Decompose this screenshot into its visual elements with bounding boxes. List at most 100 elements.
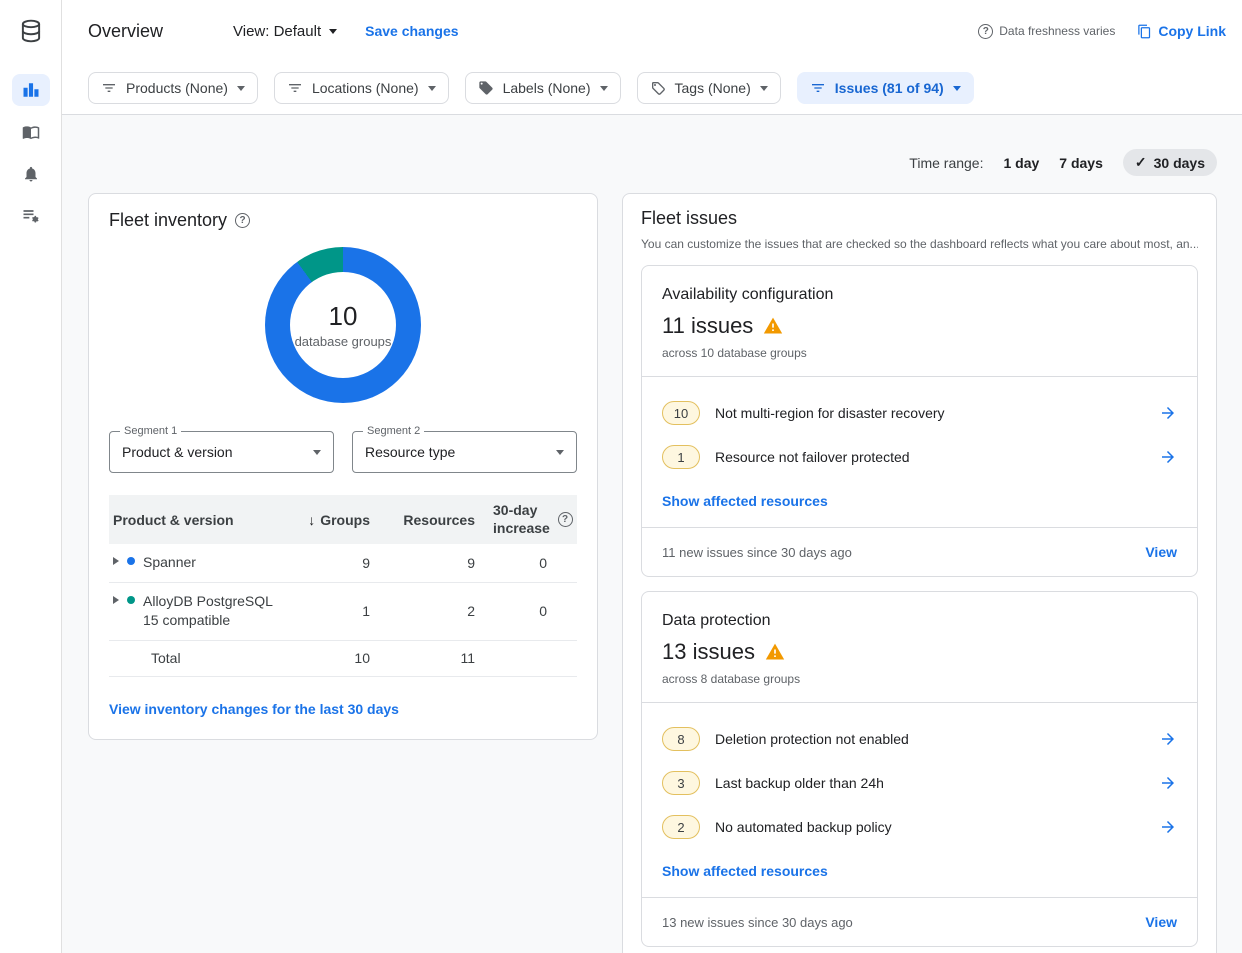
- row-name-cell: Spanner: [109, 553, 289, 573]
- go-to-issue-button[interactable]: [1159, 730, 1177, 748]
- issue-label: Deletion protection not enabled: [715, 731, 909, 747]
- help-icon[interactable]: ?: [558, 512, 573, 527]
- time-range-30-days[interactable]: ✓ 30 days: [1123, 149, 1217, 176]
- issue-label: Resource not failover protected: [715, 449, 910, 465]
- row-name-cell: AlloyDB PostgreSQL 15 compatible: [109, 592, 289, 631]
- top-bar: Overview View: Default Save changes ? Da…: [62, 0, 1242, 62]
- fleet-inventory-card: Fleet inventory ? 10 database groups: [88, 193, 598, 740]
- col-increase-line1: 30-day: [493, 502, 537, 518]
- filter-chip-tags[interactable]: Tags (None): [637, 72, 781, 104]
- table-row[interactable]: Spanner 9 9 0: [109, 544, 577, 583]
- filter-chip-issues[interactable]: Issues (81 of 94): [797, 72, 974, 104]
- chevron-down-icon: [237, 86, 245, 91]
- view-inventory-changes-link[interactable]: View inventory changes for the last 30 d…: [109, 701, 577, 717]
- chevron-down-icon: [329, 29, 337, 34]
- copy-link-button[interactable]: Copy Link: [1137, 23, 1226, 39]
- database-center-logo[interactable]: [0, 0, 61, 62]
- go-to-issue-button[interactable]: [1159, 818, 1177, 836]
- col-resources[interactable]: Resources: [374, 512, 479, 528]
- filter-chip-labels[interactable]: Labels (None): [465, 72, 621, 104]
- filter-chip-label: Tags (None): [675, 80, 751, 96]
- issue-count-row: 13 issues: [662, 639, 1177, 665]
- chevron-down-icon: [428, 86, 436, 91]
- chevron-down-icon: [760, 86, 768, 91]
- table-total-row: Total 10 11: [109, 641, 577, 677]
- warning-icon: [763, 316, 783, 336]
- show-affected-resources-link[interactable]: Show affected resources: [662, 863, 1177, 879]
- inventory-table-header: Product & version ↓ Groups Resources 30-…: [109, 495, 577, 544]
- filter-icon: [810, 80, 826, 96]
- inventory-donut-wrap: 10 database groups: [109, 247, 577, 403]
- nav-fleet-settings[interactable]: [12, 200, 50, 232]
- data-freshness-label: Data freshness varies: [999, 24, 1115, 38]
- new-issues-note: 13 new issues since 30 days ago: [662, 915, 853, 930]
- help-icon[interactable]: ?: [235, 213, 250, 228]
- filter-icon: [101, 80, 117, 96]
- main-column: Overview View: Default Save changes ? Da…: [62, 0, 1242, 953]
- nav-overview-dashboard[interactable]: [12, 74, 50, 106]
- view-selector-label: View: Default: [233, 23, 321, 40]
- segment2-select[interactable]: Segment 2 Resource type: [352, 431, 577, 473]
- view-button[interactable]: View: [1145, 914, 1177, 930]
- issue-count-badge: 3: [662, 771, 700, 795]
- col-groups[interactable]: ↓ Groups: [289, 512, 374, 528]
- nav-documentation[interactable]: [12, 116, 50, 148]
- row-groups-value: 1: [289, 603, 374, 619]
- col-product-version[interactable]: Product & version: [109, 512, 289, 528]
- row-resources-value: 9: [374, 555, 479, 571]
- arrow-forward-icon: [1159, 404, 1177, 422]
- filter-icon: [287, 80, 303, 96]
- issue-category-card-availability: Availability configuration 11 issues acr…: [641, 265, 1198, 577]
- issue-scope: across 10 database groups: [662, 346, 1177, 360]
- time-range-7-days[interactable]: 7 days: [1059, 155, 1103, 171]
- database-icon: [18, 18, 44, 44]
- filter-bar: Products (None) Locations (None) Labels …: [62, 62, 1242, 115]
- show-affected-resources-link[interactable]: Show affected resources: [662, 493, 1177, 509]
- table-row[interactable]: AlloyDB PostgreSQL 15 compatible 1 2 0: [109, 583, 577, 641]
- bell-icon: [22, 165, 40, 183]
- filter-chip-products[interactable]: Products (None): [88, 72, 258, 104]
- data-freshness-note: ? Data freshness varies: [978, 24, 1115, 39]
- help-icon[interactable]: ?: [978, 24, 993, 39]
- inventory-donut-ring[interactable]: 10 database groups: [265, 247, 421, 403]
- filter-chip-locations[interactable]: Locations (None): [274, 72, 449, 104]
- go-to-issue-button[interactable]: [1159, 774, 1177, 792]
- issue-item: 3 Last backup older than 24h: [662, 765, 1177, 801]
- segment1-floating-label: Segment 1: [120, 425, 181, 437]
- total-groups-value: 10: [289, 650, 374, 666]
- nav-alerts[interactable]: [12, 158, 50, 190]
- filter-chip-label: Products (None): [126, 80, 228, 96]
- expand-row-icon[interactable]: [113, 596, 119, 604]
- time-range-label: Time range:: [909, 155, 983, 171]
- view-button[interactable]: View: [1145, 544, 1177, 560]
- filter-chip-label: Locations (None): [312, 80, 419, 96]
- view-selector[interactable]: View: Default: [233, 23, 337, 40]
- fleet-issues-title: Fleet issues: [641, 208, 1198, 229]
- top-bar-left: Overview View: Default Save changes: [88, 21, 459, 42]
- issue-count-row: 11 issues: [662, 313, 1177, 339]
- time-range-selector: Time range: 1 day 7 days ✓ 30 days: [88, 149, 1217, 176]
- total-resources-value: 11: [374, 650, 479, 666]
- series-color-dot: [127, 557, 135, 565]
- fleet-inventory-title: Fleet inventory: [109, 210, 227, 231]
- time-range-1-day[interactable]: 1 day: [1003, 155, 1039, 171]
- issue-count-badge: 1: [662, 445, 700, 469]
- fleet-issues-card: Fleet issues You can customize the issue…: [622, 193, 1217, 953]
- arrow-forward-icon: [1159, 818, 1177, 836]
- go-to-issue-button[interactable]: [1159, 448, 1177, 466]
- segment1-select[interactable]: Segment 1 Product & version: [109, 431, 334, 473]
- row-increase-value: 0: [479, 555, 551, 571]
- issue-item: 8 Deletion protection not enabled: [662, 721, 1177, 757]
- issue-label: Last backup older than 24h: [715, 775, 884, 791]
- row-groups-value: 9: [289, 555, 374, 571]
- tag-icon: [650, 80, 666, 96]
- save-changes-button[interactable]: Save changes: [365, 23, 458, 39]
- issue-label: No automated backup policy: [715, 819, 892, 835]
- issue-item: 1 Resource not failover protected: [662, 439, 1177, 475]
- go-to-issue-button[interactable]: [1159, 404, 1177, 422]
- expand-row-icon[interactable]: [113, 557, 119, 565]
- col-30-day-increase[interactable]: 30-day increase: [479, 502, 551, 537]
- filter-chip-label: Labels (None): [503, 80, 591, 96]
- warning-icon: [765, 642, 785, 662]
- issue-count: 13 issues: [662, 639, 755, 665]
